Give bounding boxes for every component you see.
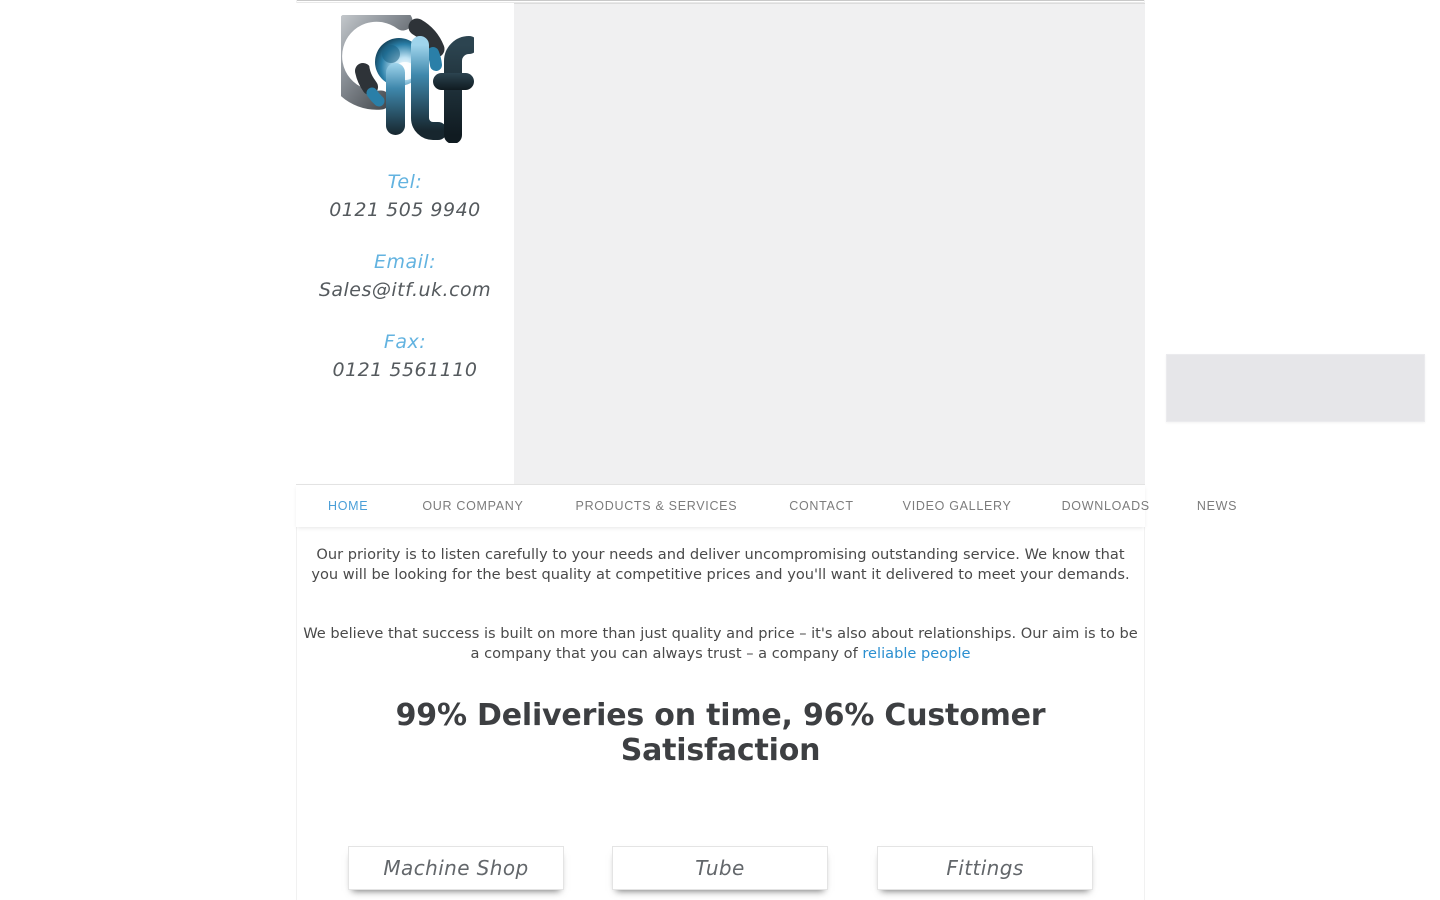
email-label: Email: [373,251,437,273]
intro-paragraph-1: Our priority is to listen carefully to y… [311,546,1130,583]
intro-paragraph-2: We believe that success is built on more… [303,585,1139,664]
site-header: Tel: 0121 505 9940 Email: Sales@itf.uk.c… [296,3,1425,484]
contact-tel: Tel: 0121 505 9940 [296,168,514,224]
page-container: Tel: 0121 505 9940 Email: Sales@itf.uk.c… [296,0,1425,900]
contact-email: Email: Sales@itf.uk.com [296,248,514,304]
nav-item-home[interactable]: HOME [328,495,368,517]
contact-fax: Fax: 0121 5561110 [296,328,514,384]
media-placeholder[interactable] [1166,354,1425,422]
category-button-tube[interactable]: Tube [612,846,828,890]
fax-label: Fax: [383,331,427,353]
header-banner-panel [514,3,1425,484]
nav-item-our-company[interactable]: OUR COMPANY [422,495,523,517]
nav-item-news[interactable]: NEWS [1197,495,1237,517]
category-button-machine-shop[interactable]: Machine Shop [348,846,564,890]
stats-headline: 99% Deliveries on time, 96% Customer Sat… [395,698,1046,768]
fax-value: 0121 5561110 [332,359,478,381]
nav-item-video-gallery[interactable]: VIDEO GALLERY [903,495,1012,517]
itf-logo-icon[interactable] [341,15,474,143]
nav-item-downloads[interactable]: DOWNLOADS [1062,495,1150,517]
nav-list: HOME OUR COMPANY PRODUCTS & SERVICES CON… [296,485,1236,527]
main-content: Our priority is to listen carefully to y… [296,527,1145,768]
nav-item-contact[interactable]: CONTACT [789,495,853,517]
tel-value[interactable]: 0121 505 9940 [296,196,514,224]
contact-block: Tel: 0121 505 9940 Email: Sales@itf.uk.c… [296,168,514,384]
tel-label: Tel: [387,171,423,193]
category-button-row: Machine Shop Tube Fittings [296,846,1145,896]
main-navigation: HOME OUR COMPANY PRODUCTS & SERVICES CON… [296,484,1236,527]
email-value[interactable]: Sales@itf.uk.com [296,276,514,304]
intro-paragraph-2-text: We believe that success is built on more… [303,625,1138,662]
header-sidebar: Tel: 0121 505 9940 Email: Sales@itf.uk.c… [296,3,514,484]
nav-item-products-services[interactable]: PRODUCTS & SERVICES [576,495,738,517]
reliable-people-link[interactable]: reliable people [862,645,970,662]
category-button-fittings[interactable]: Fittings [877,846,1093,890]
